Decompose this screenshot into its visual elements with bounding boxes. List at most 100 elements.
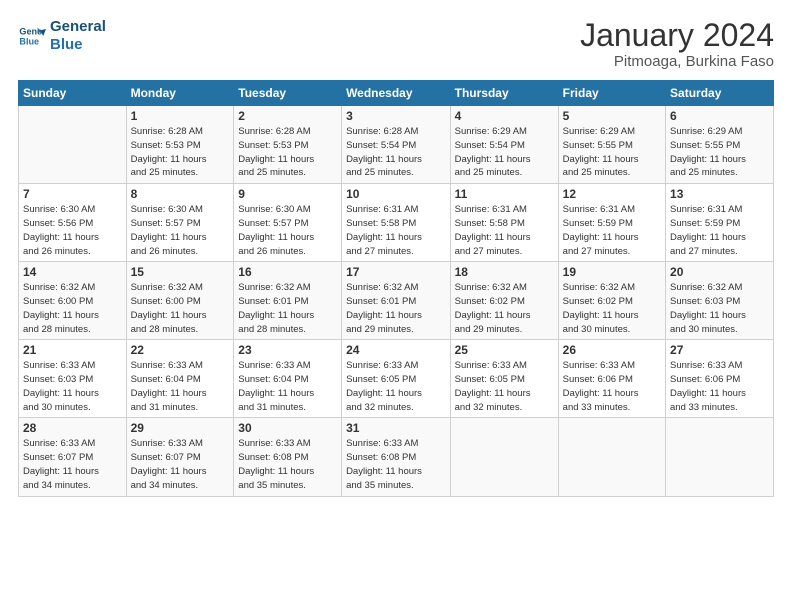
calendar-subtitle: Pitmoaga, Burkina Faso — [580, 53, 774, 70]
day-cell: 7 Sunrise: 6:30 AM Sunset: 5:56 PM Daylig… — [19, 184, 127, 262]
week-row-5: 28 Sunrise: 6:33 AM Sunset: 6:07 PM Dayli… — [19, 418, 774, 496]
day-cell: 8 Sunrise: 6:30 AM Sunset: 5:57 PM Daylig… — [126, 184, 234, 262]
day-info: Sunrise: 6:30 AM Sunset: 5:57 PM Dayligh… — [131, 203, 230, 258]
day-cell: 29 Sunrise: 6:33 AM Sunset: 6:07 PM Dayli… — [126, 418, 234, 496]
day-number: 13 — [670, 187, 769, 201]
day-info: Sunrise: 6:30 AM Sunset: 5:57 PM Dayligh… — [238, 203, 337, 258]
day-number: 9 — [238, 187, 337, 201]
day-cell: 18 Sunrise: 6:32 AM Sunset: 6:02 PM Dayli… — [450, 262, 558, 340]
day-info: Sunrise: 6:28 AM Sunset: 5:54 PM Dayligh… — [346, 125, 446, 180]
day-cell: 11 Sunrise: 6:31 AM Sunset: 5:58 PM Dayli… — [450, 184, 558, 262]
week-row-4: 21Sunrise: 6:33 AM Sunset: 6:03 PM Dayli… — [19, 340, 774, 418]
day-number: 2 — [238, 109, 337, 123]
day-cell: 6Sunrise: 6:29 AM Sunset: 5:55 PM Daylig… — [666, 106, 774, 184]
day-number: 12 — [563, 187, 661, 201]
day-number: 26 — [563, 343, 661, 357]
day-info: Sunrise: 6:31 AM Sunset: 5:59 PM Dayligh… — [563, 203, 661, 258]
day-cell: 1 Sunrise: 6:28 AM Sunset: 5:53 PM Daylig… — [126, 106, 234, 184]
day-number: 22 — [131, 343, 230, 357]
day-info: Sunrise: 6:32 AM Sunset: 6:00 PM Dayligh… — [131, 281, 230, 336]
day-info: Sunrise: 6:32 AM Sunset: 6:01 PM Dayligh… — [238, 281, 337, 336]
day-cell: 5 Sunrise: 6:29 AM Sunset: 5:55 PM Daylig… — [558, 106, 665, 184]
day-cell: 23 Sunrise: 6:33 AM Sunset: 6:04 PM Dayli… — [234, 340, 342, 418]
day-info: Sunrise: 6:33 AM Sunset: 6:08 PM Dayligh… — [238, 437, 337, 492]
day-cell — [666, 418, 774, 496]
day-cell: 3 Sunrise: 6:28 AM Sunset: 5:54 PM Daylig… — [342, 106, 451, 184]
day-info: Sunrise: 6:31 AM Sunset: 5:58 PM Dayligh… — [455, 203, 554, 258]
logo-icon: General Blue — [18, 22, 46, 50]
logo-text-blue: Blue — [50, 36, 106, 54]
day-number: 11 — [455, 187, 554, 201]
day-info: Sunrise: 6:33 AM Sunset: 6:07 PM Dayligh… — [23, 437, 122, 492]
day-info: Sunrise: 6:32 AM Sunset: 6:02 PM Dayligh… — [563, 281, 661, 336]
day-cell: 30 Sunrise: 6:33 AM Sunset: 6:08 PM Dayli… — [234, 418, 342, 496]
day-number: 8 — [131, 187, 230, 201]
day-number: 31 — [346, 421, 446, 435]
day-number: 16 — [238, 265, 337, 279]
day-number: 21 — [23, 343, 122, 357]
logo: General Blue General Blue — [18, 18, 106, 54]
day-info: Sunrise: 6:33 AM Sunset: 6:07 PM Dayligh… — [131, 437, 230, 492]
day-cell: 14Sunrise: 6:32 AM Sunset: 6:00 PM Dayli… — [19, 262, 127, 340]
day-info: Sunrise: 6:33 AM Sunset: 6:05 PM Dayligh… — [346, 359, 446, 414]
day-info: Sunrise: 6:28 AM Sunset: 5:53 PM Dayligh… — [131, 125, 230, 180]
calendar-table: SundayMondayTuesdayWednesdayThursdayFrid… — [18, 80, 774, 496]
header-cell-saturday: Saturday — [666, 81, 774, 106]
day-info: Sunrise: 6:29 AM Sunset: 5:54 PM Dayligh… — [455, 125, 554, 180]
day-info: Sunrise: 6:33 AM Sunset: 6:06 PM Dayligh… — [670, 359, 769, 414]
day-number: 18 — [455, 265, 554, 279]
day-number: 19 — [563, 265, 661, 279]
day-number: 28 — [23, 421, 122, 435]
day-cell: 27 Sunrise: 6:33 AM Sunset: 6:06 PM Dayli… — [666, 340, 774, 418]
day-number: 14 — [23, 265, 122, 279]
header-cell-wednesday: Wednesday — [342, 81, 451, 106]
title-block: January 2024 Pitmoaga, Burkina Faso — [580, 18, 774, 70]
day-info: Sunrise: 6:28 AM Sunset: 5:53 PM Dayligh… — [238, 125, 337, 180]
day-number: 30 — [238, 421, 337, 435]
day-info: Sunrise: 6:29 AM Sunset: 5:55 PM Dayligh… — [563, 125, 661, 180]
header-cell-tuesday: Tuesday — [234, 81, 342, 106]
day-cell: 17Sunrise: 6:32 AM Sunset: 6:01 PM Dayli… — [342, 262, 451, 340]
day-cell: 28 Sunrise: 6:33 AM Sunset: 6:07 PM Dayli… — [19, 418, 127, 496]
day-cell — [450, 418, 558, 496]
header-cell-monday: Monday — [126, 81, 234, 106]
day-info: Sunrise: 6:33 AM Sunset: 6:04 PM Dayligh… — [238, 359, 337, 414]
day-number: 10 — [346, 187, 446, 201]
day-number: 23 — [238, 343, 337, 357]
day-number: 1 — [131, 109, 230, 123]
day-info: Sunrise: 6:31 AM Sunset: 5:58 PM Dayligh… — [346, 203, 446, 258]
day-cell: 21Sunrise: 6:33 AM Sunset: 6:03 PM Dayli… — [19, 340, 127, 418]
day-cell: 22 Sunrise: 6:33 AM Sunset: 6:04 PM Dayli… — [126, 340, 234, 418]
day-info: Sunrise: 6:32 AM Sunset: 6:01 PM Dayligh… — [346, 281, 446, 336]
day-number: 6 — [670, 109, 769, 123]
day-info: Sunrise: 6:33 AM Sunset: 6:06 PM Dayligh… — [563, 359, 661, 414]
day-cell: 25 Sunrise: 6:33 AM Sunset: 6:05 PM Dayli… — [450, 340, 558, 418]
header: General Blue General Blue January 2024 P… — [18, 18, 774, 70]
day-number: 29 — [131, 421, 230, 435]
header-row: SundayMondayTuesdayWednesdayThursdayFrid… — [19, 81, 774, 106]
day-cell: 16 Sunrise: 6:32 AM Sunset: 6:01 PM Dayli… — [234, 262, 342, 340]
header-cell-sunday: Sunday — [19, 81, 127, 106]
page: General Blue General Blue January 2024 P… — [0, 0, 792, 612]
day-number: 3 — [346, 109, 446, 123]
week-row-1: 1 Sunrise: 6:28 AM Sunset: 5:53 PM Daylig… — [19, 106, 774, 184]
day-info: Sunrise: 6:30 AM Sunset: 5:56 PM Dayligh… — [23, 203, 122, 258]
day-number: 27 — [670, 343, 769, 357]
day-cell: 4Sunrise: 6:29 AM Sunset: 5:54 PM Daylig… — [450, 106, 558, 184]
header-cell-thursday: Thursday — [450, 81, 558, 106]
day-info: Sunrise: 6:33 AM Sunset: 6:04 PM Dayligh… — [131, 359, 230, 414]
day-info: Sunrise: 6:32 AM Sunset: 6:02 PM Dayligh… — [455, 281, 554, 336]
day-number: 25 — [455, 343, 554, 357]
day-cell — [19, 106, 127, 184]
day-cell: 19 Sunrise: 6:32 AM Sunset: 6:02 PM Dayli… — [558, 262, 665, 340]
day-cell: 15Sunrise: 6:32 AM Sunset: 6:00 PM Dayli… — [126, 262, 234, 340]
logo-text-general: General — [50, 18, 106, 36]
day-cell: 10 Sunrise: 6:31 AM Sunset: 5:58 PM Dayli… — [342, 184, 451, 262]
day-cell: 31Sunrise: 6:33 AM Sunset: 6:08 PM Dayli… — [342, 418, 451, 496]
day-cell: 2 Sunrise: 6:28 AM Sunset: 5:53 PM Daylig… — [234, 106, 342, 184]
week-row-3: 14 Sunrise: 6:32 AM Sunset: 6:00 PM Dayli… — [19, 262, 774, 340]
day-info: Sunrise: 6:33 AM Sunset: 6:05 PM Dayligh… — [455, 359, 554, 414]
day-number: 5 — [563, 109, 661, 123]
day-number: 7 — [23, 187, 122, 201]
day-cell: 20Sunrise: 6:32 AM Sunset: 6:03 PM Dayli… — [666, 262, 774, 340]
